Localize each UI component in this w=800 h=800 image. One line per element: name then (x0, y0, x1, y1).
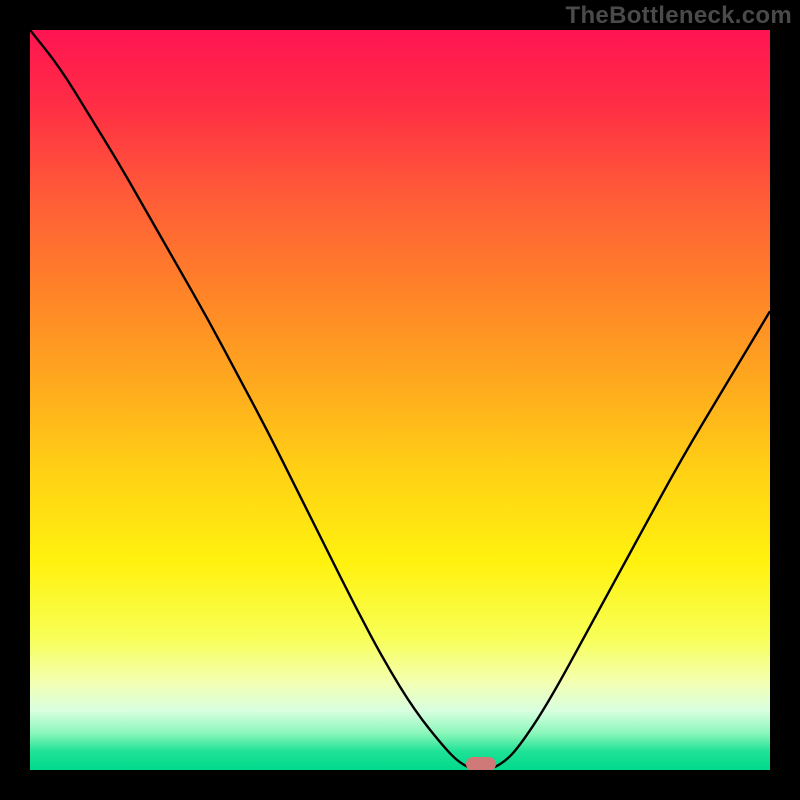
gradient-background (30, 30, 770, 770)
chart-frame: TheBottleneck.com (0, 0, 800, 800)
plot-area (30, 30, 770, 770)
watermark-text: TheBottleneck.com (566, 2, 792, 30)
optimal-marker (466, 757, 496, 770)
plot-svg (30, 30, 770, 770)
